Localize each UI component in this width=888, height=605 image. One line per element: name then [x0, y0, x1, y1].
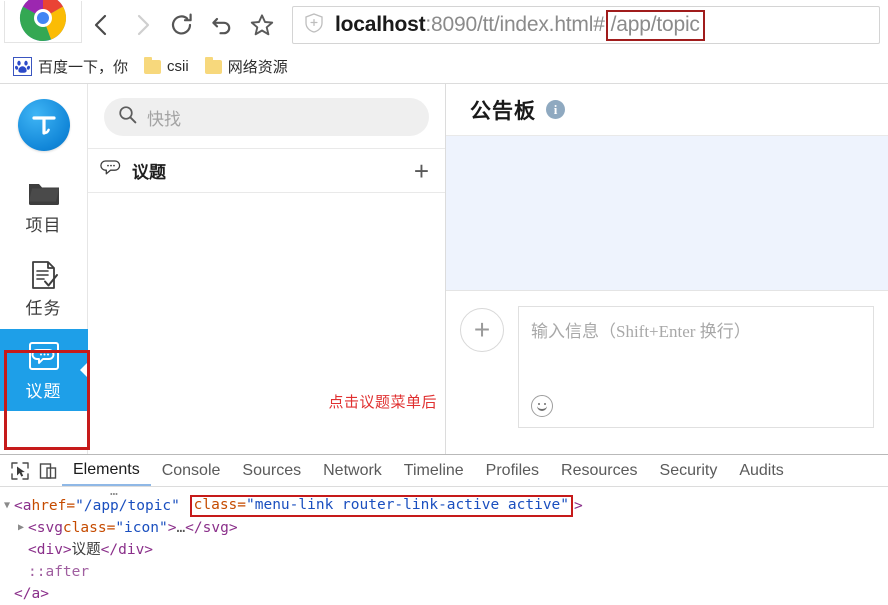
shield-icon: [303, 12, 325, 39]
web-page-viewport: 项目 任务 议题 快找 议题 + 点击议题菜单后 公告板 i + 输入信息（Sh…: [0, 84, 888, 454]
topic-list-body: 点击议题菜单后: [88, 193, 445, 454]
dom-token-close-tag: </a>: [14, 586, 49, 603]
browser-toolbar: localhost:8090/tt/index.html#/app/topic: [0, 0, 888, 50]
sidebar-item-projects[interactable]: 项目: [0, 165, 88, 247]
chrome-logo: [4, 0, 82, 43]
sidebar-item-label: 项目: [25, 215, 62, 235]
tab-sources[interactable]: Sources: [231, 455, 312, 486]
dom-token-open-tag: <div>: [28, 542, 72, 559]
search-icon: [118, 105, 137, 129]
address-bar[interactable]: localhost:8090/tt/index.html#/app/topic: [292, 6, 880, 44]
dom-token-attr-href: href=: [31, 498, 76, 514]
dom-token-close-tag: </div>: [100, 542, 154, 559]
url-rest: :8090/tt/index.html#: [425, 13, 605, 36]
page-title: 公告板: [470, 99, 536, 123]
tab-audits[interactable]: Audits: [728, 455, 794, 486]
search-placeholder: 快找: [147, 109, 181, 129]
url-host: localhost: [335, 13, 426, 36]
dom-token-value-class: "menu-link router-link-active active": [246, 497, 570, 514]
dom-token-close-bracket: >: [574, 498, 583, 514]
dom-token-tag: <svg: [28, 520, 63, 537]
devtools-tabbar: Elements Console Sources Network Timelin…: [0, 455, 888, 487]
bookmark-label: 网络资源: [227, 59, 288, 76]
expand-triangle-icon[interactable]: ▼: [0, 498, 14, 513]
dom-token-attr-class: class=: [62, 520, 116, 537]
dom-tree: … ▼ <a href= "/app/topic" class="menu-li…: [0, 487, 888, 604]
dom-token-pseudo: ::after: [28, 564, 90, 581]
app-logo: [17, 99, 70, 151]
url-text: localhost:8090/tt/index.html#/app/topic: [335, 9, 705, 41]
tab-network[interactable]: Network: [312, 455, 393, 486]
baidu-icon: [13, 57, 32, 76]
info-icon[interactable]: i: [546, 100, 565, 119]
device-toolbar-icon[interactable]: [34, 458, 62, 484]
sidebar-item-topics[interactable]: 议题: [0, 329, 89, 411]
dom-line-anchor-open[interactable]: ▼ <a href= "/app/topic" class="menu-link…: [0, 495, 888, 517]
url-hash-path-highlighted: /app/topic: [605, 9, 705, 41]
dom-token-tag: <a: [14, 498, 32, 514]
search-section: 快找: [88, 84, 445, 149]
message-composer: + 输入信息（Shift+Enter 换行）: [446, 291, 888, 454]
tab-elements[interactable]: Elements: [62, 455, 151, 486]
tab-console[interactable]: Console: [151, 455, 232, 486]
back-button[interactable]: [82, 5, 122, 45]
message-input[interactable]: 输入信息（Shift+Enter 换行）: [518, 306, 874, 428]
dom-line-svg[interactable]: ▶ <svg class= "icon" > … </svg>: [0, 517, 888, 539]
tab-timeline[interactable]: Timeline: [393, 455, 475, 486]
tab-resources[interactable]: Resources: [550, 455, 648, 486]
sidebar-item-tasks[interactable]: 任务: [0, 247, 88, 329]
sidebar-item-label: 任务: [25, 298, 62, 318]
dom-token-close-bracket: >: [167, 520, 177, 537]
topic-group-label: 议题: [132, 163, 166, 182]
chat-bubble-icon: [26, 341, 62, 378]
bookmark-label: csii: [167, 58, 189, 75]
bulletin-board-panel: 公告板 i + 输入信息（Shift+Enter 换行）: [446, 84, 888, 454]
message-input-placeholder: 输入信息（Shift+Enter 换行）: [531, 322, 751, 341]
dom-line-div[interactable]: <div> 议题 </div>: [0, 539, 888, 561]
undo-button[interactable]: [202, 5, 242, 45]
dom-token-text: 议题: [71, 542, 101, 559]
dom-token-attr-class: class=: [193, 497, 247, 514]
bookmark-star-button[interactable]: [242, 5, 282, 45]
bookmark-network-resources[interactable]: 网络资源: [198, 54, 295, 79]
tab-security[interactable]: Security: [649, 455, 729, 486]
document-check-icon: [28, 260, 60, 295]
tab-profiles[interactable]: Profiles: [475, 455, 550, 486]
folder-icon: [204, 56, 222, 74]
bookmark-baidu[interactable]: 百度一下，你: [6, 54, 135, 79]
add-attachment-button[interactable]: +: [460, 308, 504, 352]
folder-icon: [27, 179, 61, 212]
smiley-icon[interactable]: [531, 395, 553, 417]
bulletin-board-header: 公告板 i: [446, 84, 888, 136]
folder-icon: [144, 56, 162, 74]
add-topic-button[interactable]: +: [414, 158, 429, 184]
dom-token-ellipsis: …: [176, 520, 186, 537]
expand-triangle-icon[interactable]: ▶: [14, 520, 28, 535]
bookmark-csii[interactable]: csii: [137, 56, 196, 77]
chat-bubble-icon: [100, 159, 122, 182]
dom-token-value-class: "icon": [115, 520, 168, 537]
dom-token-end-tag: </svg>: [185, 520, 238, 537]
bulletin-board-content: [446, 136, 888, 291]
inspect-element-icon[interactable]: [6, 458, 34, 484]
bookmark-label: 百度一下，你: [38, 59, 129, 76]
app-sidebar-rail: 项目 任务 议题: [0, 84, 90, 454]
dom-token-value-href: "/app/topic": [75, 498, 180, 514]
dom-line-anchor-close[interactable]: </a>: [0, 583, 888, 604]
forward-button[interactable]: [122, 5, 162, 45]
topic-group-row[interactable]: 议题 +: [88, 149, 445, 193]
dom-line-pseudo-after[interactable]: ::after: [0, 561, 888, 583]
sidebar-item-label: 议题: [25, 381, 62, 401]
topic-list-panel: 快找 议题 + 点击议题菜单后: [88, 84, 446, 454]
devtools-panel: Elements Console Sources Network Timelin…: [0, 454, 888, 604]
dom-class-attribute-highlighted: class="menu-link router-link-active acti…: [189, 495, 574, 517]
reload-button[interactable]: [162, 5, 202, 45]
bookmarks-bar: 百度一下，你 csii 网络资源: [0, 50, 888, 84]
search-input[interactable]: 快找: [104, 98, 429, 136]
annotation-note: 点击议题菜单后: [328, 394, 437, 411]
